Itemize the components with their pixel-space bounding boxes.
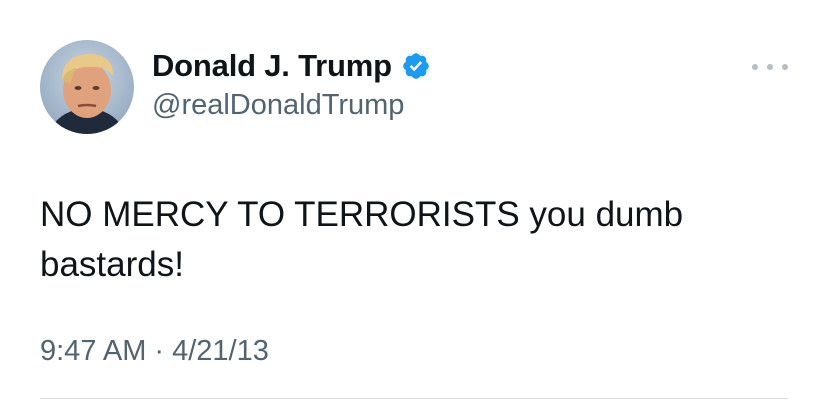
more-dot — [767, 64, 773, 70]
more-dot — [782, 64, 788, 70]
tweet-card: Donald J. Trump @realDonaldTrump NO MERC… — [0, 0, 828, 402]
author-display-name[interactable]: Donald J. Trump — [152, 48, 392, 84]
author-name-row: Donald J. Trump — [152, 46, 431, 86]
author-avatar[interactable] — [40, 40, 134, 134]
more-options-icon[interactable] — [752, 58, 788, 76]
tweet-text: NO MERCY TO TERRORISTS you dumb bastards… — [40, 195, 684, 284]
author-handle[interactable]: @realDonaldTrump — [152, 89, 404, 122]
divider — [40, 398, 788, 399]
verified-badge-icon[interactable] — [401, 51, 431, 81]
tweet-timestamp[interactable]: 9:47 AM · 4/21/13 — [40, 335, 269, 368]
tweet-time: 9:47 AM — [40, 335, 147, 367]
avatar-photo-icon — [40, 40, 134, 134]
timestamp-separator: · — [154, 335, 165, 367]
more-dot — [752, 64, 758, 70]
tweet-date: 4/21/13 — [172, 335, 269, 367]
